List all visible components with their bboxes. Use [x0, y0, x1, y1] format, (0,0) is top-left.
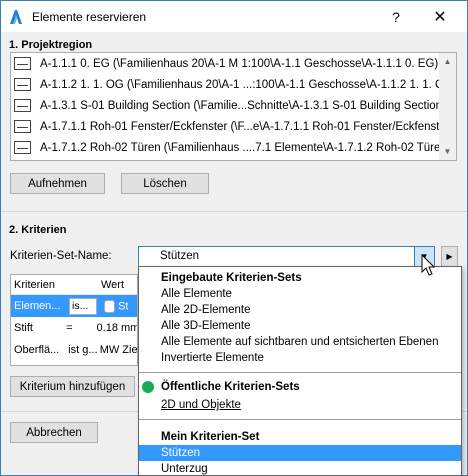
- title-bar[interactable]: Elemente reservieren ? ✕: [1, 1, 467, 32]
- cancel-button[interactable]: Abbrechen: [10, 422, 98, 443]
- menu-item-unterzug[interactable]: Unterzug: [139, 461, 461, 476]
- criteria-table[interactable]: Kriterien Wert Elemen... is... St Stift …: [10, 274, 138, 366]
- table-row[interactable]: Stift = 0.18 mm: [11, 317, 137, 339]
- window-title: Elemente reservieren: [32, 9, 147, 24]
- section-divider: [1, 211, 467, 212]
- set-name-dropdown[interactable]: Stützen ▼: [138, 246, 435, 267]
- list-item[interactable]: A-1.1.2 1. 1. OG (\Familienhaus 20\A-1 .…: [11, 74, 456, 95]
- menu-item-2d-objects[interactable]: 2D und Objekte: [139, 397, 461, 413]
- play-arrow-button[interactable]: ▶: [441, 246, 458, 267]
- list-item[interactable]: A-1.1.1 0. EG (\Familienhaus 20\A-1 M 1:…: [11, 53, 456, 74]
- list-item[interactable]: A-1.7.1.1 Roh-01 Fenster/Eckfenster (\F.…: [11, 116, 456, 137]
- menu-item-stuetzen[interactable]: Stützen: [139, 445, 461, 461]
- my-sets-header: Mein Kriterien-Set: [161, 431, 260, 443]
- criteria-set-menu[interactable]: Eingebaute Kriterien-Sets Alle Elemente …: [138, 266, 462, 476]
- vertical-scrollbar[interactable]: ▲ ▼: [439, 53, 456, 160]
- menu-item-all-elements[interactable]: Alle Elemente: [139, 286, 461, 302]
- delete-region-button[interactable]: Löschen: [121, 173, 209, 194]
- col-criteria-header: Kriterien: [14, 278, 55, 291]
- add-criterion-button[interactable]: Kriterium hinzufügen: [10, 376, 135, 397]
- mouse-cursor-icon: [421, 254, 436, 276]
- value-edit-icon[interactable]: [104, 299, 115, 313]
- project-region-list[interactable]: A-1.1.1 0. EG (\Familienhaus 20\A-1 M 1:…: [10, 52, 457, 161]
- menu-item-visible-layers[interactable]: Alle Elemente auf sichtbaren und entsich…: [139, 334, 461, 350]
- col-value-header: Wert: [101, 278, 125, 291]
- help-button[interactable]: ?: [376, 1, 416, 32]
- element-type-icon: [14, 99, 31, 112]
- operator-dropdown[interactable]: is...: [69, 297, 97, 315]
- builtin-sets-header: Eingebaute Kriterien-Sets: [161, 272, 302, 284]
- section-project-region-title: 1. Projektregion: [9, 39, 93, 51]
- list-item[interactable]: A-1.3.1 S-01 Building Section (\Familie.…: [11, 95, 456, 116]
- close-button[interactable]: ✕: [420, 1, 460, 32]
- element-type-icon: [14, 78, 31, 91]
- set-name-label: Kriterien-Set-Name:: [10, 250, 112, 262]
- element-type-icon: [14, 57, 31, 70]
- dialog-window: Elemente reservieren ? ✕ 1. Projektregio…: [0, 0, 468, 476]
- scroll-down-icon[interactable]: ▼: [439, 143, 456, 160]
- element-type-icon: [14, 141, 31, 154]
- menu-separator: [139, 419, 461, 420]
- scroll-up-icon[interactable]: ▲: [439, 53, 456, 70]
- menu-item-all-3d[interactable]: Alle 3D-Elemente: [139, 318, 461, 334]
- archicad-app-icon: [9, 9, 23, 25]
- public-sets-header: Öffentliche Kriterien-Sets: [161, 381, 300, 393]
- list-item[interactable]: A-1.7.1.2 Roh-02 Türen (\Familienhaus ..…: [11, 137, 456, 158]
- menu-separator: [139, 372, 461, 373]
- section-criteria-title: 2. Kriterien: [9, 224, 67, 236]
- add-region-button[interactable]: Aufnehmen: [10, 173, 105, 194]
- element-type-icon: [14, 120, 31, 133]
- table-header: Kriterien Wert: [11, 275, 137, 295]
- set-name-value: Stützen: [160, 250, 199, 262]
- menu-item-inverted[interactable]: Invertierte Elemente: [139, 350, 461, 366]
- table-row[interactable]: Oberflä... ist g... MW Zie: [11, 339, 137, 361]
- table-row[interactable]: Elemen... is... St: [11, 295, 137, 317]
- menu-item-all-2d[interactable]: Alle 2D-Elemente: [139, 302, 461, 318]
